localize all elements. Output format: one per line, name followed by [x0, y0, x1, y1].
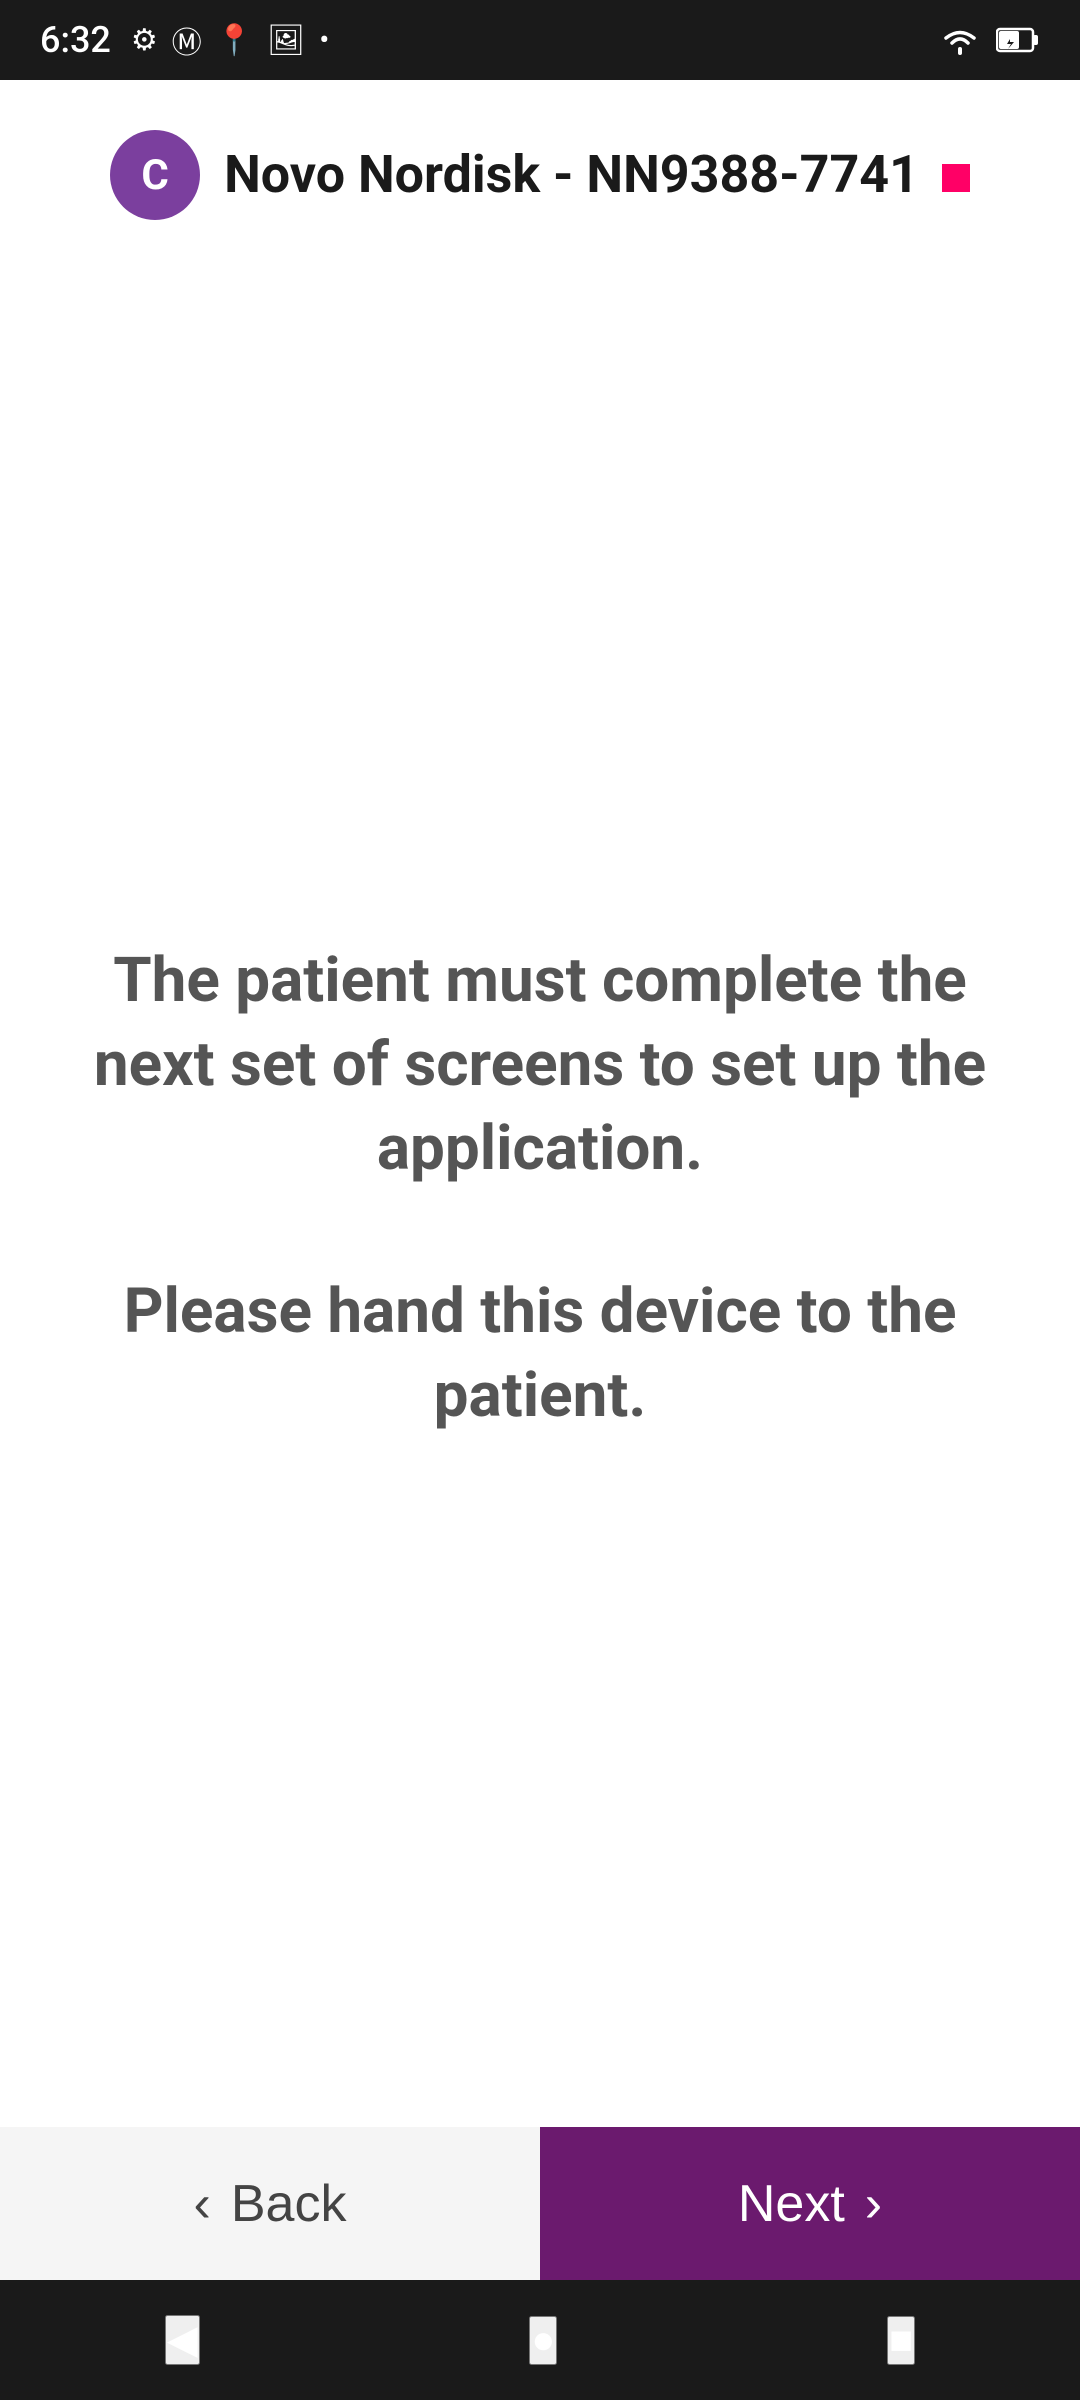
- app-title: Novo Nordisk - NN9388-7741: [224, 144, 970, 206]
- header-title-wrap: Novo Nordisk - NN9388-7741: [224, 144, 970, 206]
- next-chevron-icon: ›: [865, 2174, 882, 2234]
- app-logo: C: [110, 130, 200, 220]
- location-icon: 📍: [216, 23, 253, 58]
- app-title-text: Novo Nordisk - NN9388-7741: [224, 144, 919, 205]
- status-bar-right: [940, 25, 1040, 55]
- status-bar-left: 6:32 ⚙ Ⓜ 📍 🖼 •: [40, 18, 329, 62]
- android-nav-bar: ◀ ● ■: [0, 2280, 1080, 2400]
- back-chevron-icon: ‹: [194, 2174, 211, 2234]
- status-time: 6:32: [40, 19, 111, 61]
- back-button[interactable]: ‹ Back: [0, 2127, 540, 2280]
- next-button[interactable]: Next ›: [540, 2127, 1080, 2280]
- android-back-button[interactable]: ◀: [165, 2315, 200, 2365]
- next-label: Next: [738, 2174, 845, 2234]
- header: C Novo Nordisk - NN9388-7741: [0, 80, 1080, 250]
- instruction-text-1: The patient must complete the next set o…: [80, 939, 1000, 1190]
- main-content: The patient must complete the next set o…: [0, 250, 1080, 2127]
- battery-icon: [996, 25, 1040, 55]
- motorola-icon: Ⓜ: [172, 18, 202, 62]
- status-icons: ⚙ Ⓜ 📍 🖼 •: [131, 18, 329, 62]
- back-label: Back: [231, 2174, 347, 2234]
- android-home-button[interactable]: ●: [529, 2316, 557, 2365]
- dot-icon: •: [319, 23, 329, 58]
- logo-letter: C: [141, 151, 168, 200]
- recording-indicator: [942, 164, 970, 192]
- instruction-text-2: Please hand this device to the patient.: [80, 1270, 1000, 1437]
- screenshot-icon: 🖼: [267, 23, 305, 58]
- bottom-nav: ‹ Back Next ›: [0, 2127, 1080, 2280]
- settings-icon: ⚙: [131, 23, 158, 58]
- android-recent-button[interactable]: ■: [887, 2316, 915, 2365]
- wifi-icon: [940, 25, 980, 55]
- status-bar: 6:32 ⚙ Ⓜ 📍 🖼 •: [0, 0, 1080, 80]
